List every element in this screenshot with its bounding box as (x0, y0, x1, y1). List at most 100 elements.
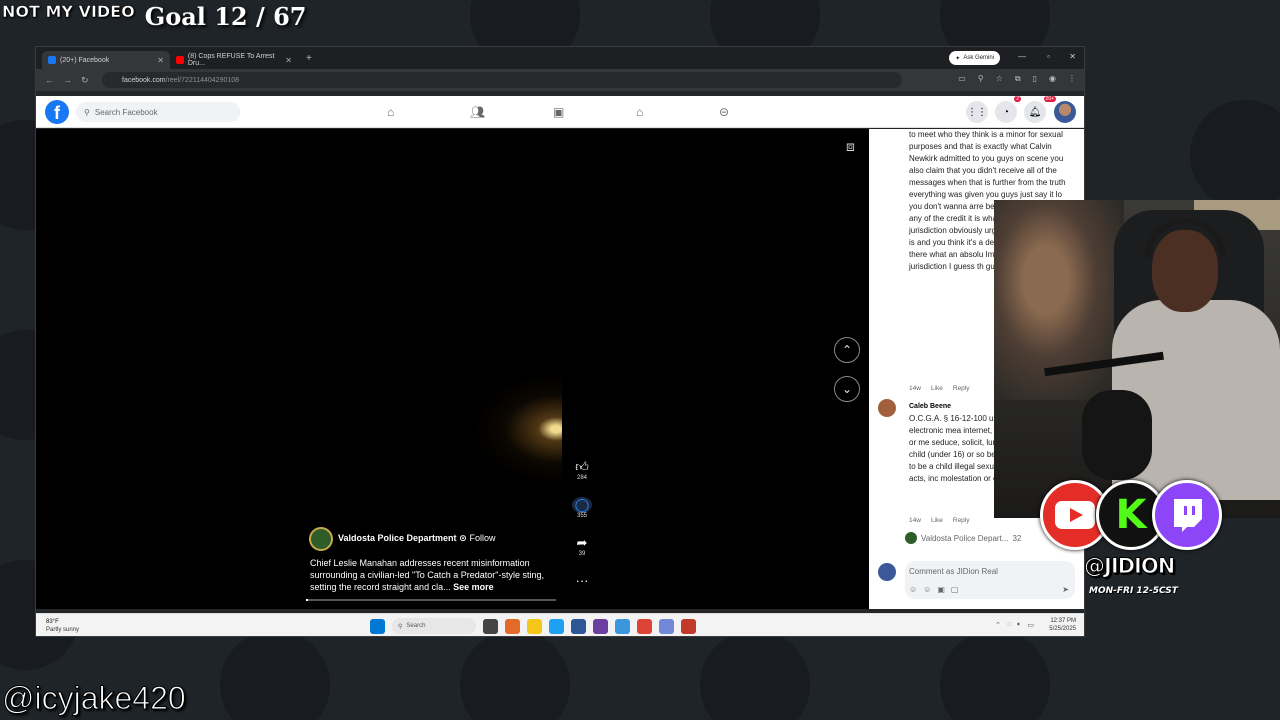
chevron-up-icon: ⌃ (841, 343, 853, 357)
video-frame-light (466, 369, 566, 489)
sticker-icon[interactable]: ▢ (951, 585, 959, 594)
menu-icon[interactable]: ⋮ (1068, 74, 1076, 84)
follow-button[interactable]: · Follow (464, 533, 496, 543)
messenger-icon[interactable]: ◔ (995, 101, 1017, 123)
facebook-search-input[interactable]: ⚲ Search Facebook (76, 102, 240, 122)
streamer-webcam (994, 200, 1280, 518)
like-button[interactable]: 👍︎ 284 (572, 459, 592, 481)
cast-icon[interactable]: ▭ (958, 74, 966, 84)
comment-icon: ◯ (572, 497, 592, 513)
gif-icon[interactable]: ▣ (937, 585, 945, 594)
reel-video-player[interactable]: ⧈ ⌃ ⌄ Valdosta Police Department ⊙ · Fol… (36, 129, 869, 609)
extensions-icon[interactable]: ⧉ (1015, 74, 1021, 84)
close-window-icon[interactable]: ✕ (1069, 52, 1076, 61)
home-icon[interactable]: ⌂ (387, 105, 394, 119)
start-icon[interactable] (370, 618, 385, 634)
bookmark-star-icon[interactable]: ☆ (996, 74, 1003, 84)
gaming-icon[interactable]: ⊝ (719, 105, 729, 119)
stream-schedule: MON-FRI 12-5CST (1089, 586, 1178, 596)
address-bar-row: ← → ↻ facebook.com/reel/722114404290108 … (36, 69, 1084, 91)
file-explorer-icon[interactable] (527, 618, 542, 634)
top-left-overlay: NOT MY VIDEO Goal 12 / 67 (0, 0, 307, 31)
previous-reel-button[interactable]: ⌃ (834, 337, 860, 363)
comment-reply-link[interactable]: Reply (953, 385, 970, 392)
edge-icon[interactable] (549, 618, 564, 634)
emoji-icon[interactable]: ☺ (923, 585, 931, 594)
minimize-icon[interactable]: — (1018, 52, 1026, 61)
thumbs-up-icon: 👍︎ (575, 459, 589, 474)
menu-grid-icon[interactable]: ⋮⋮ (966, 101, 988, 123)
comment-like-link[interactable]: Like (931, 385, 943, 392)
page-avatar[interactable] (309, 527, 333, 551)
comment-like-link[interactable]: Like (931, 517, 943, 524)
facebook-header: f ⚲ Search Facebook ⌂ 👥︎ ▣ ⌂ ⊝ ⋮⋮ ◔ 2 🔔︎… (36, 96, 1084, 128)
tab-facebook[interactable]: (20+) Facebook ✕ (42, 51, 170, 69)
battery-icon[interactable]: ▭ (1027, 621, 1034, 629)
notifications-bell-icon[interactable]: 🔔︎ (1024, 101, 1046, 123)
profile-avatar[interactable] (1054, 101, 1076, 123)
more-options-button[interactable]: ··· (572, 573, 592, 588)
reel-caption: Chief Leslie Manahan addresses recent mi… (310, 558, 544, 592)
taskbar-search[interactable]: ⚲ Search (392, 618, 476, 634)
forward-icon[interactable]: → (63, 75, 72, 85)
app-icon[interactable] (593, 618, 608, 634)
restore-icon[interactable]: ▫ (1047, 52, 1050, 61)
facebook-logo-icon[interactable]: f (45, 100, 69, 124)
ask-gemini-button[interactable]: ✦ Ask Gemini (949, 51, 1000, 65)
app-icon[interactable] (681, 618, 696, 634)
gemini-icon: ✦ (955, 55, 961, 62)
close-tab-icon[interactable]: ✕ (157, 56, 164, 65)
profile-icon[interactable]: ◉ (1049, 74, 1056, 84)
video-icon[interactable]: ▣ (553, 105, 564, 119)
search-icon: ⚲ (398, 623, 403, 630)
youtube-favicon-icon (176, 56, 184, 64)
new-tab-icon[interactable]: + (306, 53, 312, 64)
comment-button[interactable]: ◯ 355 (572, 497, 592, 519)
app-icon[interactable] (615, 618, 630, 634)
discord-icon[interactable] (659, 618, 674, 634)
video-progress-bar[interactable] (306, 599, 556, 601)
commenter-avatar[interactable] (878, 399, 896, 417)
notifications-badge: 20+ (1043, 96, 1056, 102)
comment-actions: 14w Like Reply (909, 517, 970, 524)
viewer-handle: @icyjake420 (2, 680, 187, 717)
app-icon[interactable] (571, 618, 586, 634)
back-icon[interactable]: ← (45, 75, 54, 85)
send-icon[interactable]: ➤ (1062, 585, 1069, 594)
page-name-link[interactable]: Valdosta Police Department ⊙ (338, 533, 467, 544)
not-my-video-label: NOT MY VIDEO (2, 2, 135, 22)
comment-reply-link[interactable]: Reply (953, 517, 970, 524)
share-icon: ➦ (576, 535, 588, 550)
friends-icon[interactable]: 👥︎ (470, 105, 485, 119)
comment-input[interactable]: Comment as JIDion Real ☺ ☺ ▣ ▢ ➤ (905, 561, 1075, 599)
twitch-icon (1152, 480, 1222, 550)
url-input[interactable]: facebook.com/reel/722114404290108 (102, 72, 902, 88)
weather-widget[interactable]: 83°F Partly sunny (46, 618, 79, 634)
task-view-icon[interactable] (483, 618, 498, 634)
volume-icon[interactable]: 🔈︎ (1017, 621, 1021, 629)
edp-watch-logo (940, 630, 1050, 720)
comment-count: 355 (576, 513, 587, 519)
chevron-up-icon[interactable]: ⌃ (995, 621, 1001, 629)
network-icon[interactable]: ◌ (1007, 621, 1011, 629)
tab-label: (8) Cops REFUSE To Arrest Dru... (187, 53, 275, 67)
tab-youtube[interactable]: (8) Cops REFUSE To Arrest Dru... ✕ (170, 51, 298, 69)
commenter-name[interactable]: Caleb Beene (909, 403, 951, 410)
see-more-link[interactable]: See more (453, 582, 494, 592)
more-icon: ··· (575, 573, 589, 588)
avatar-sticker-icon[interactable]: ☺ (909, 585, 917, 594)
app-icon[interactable] (505, 618, 520, 634)
fullscreen-toggle-icon[interactable]: ⧈ (846, 138, 855, 155)
zoom-icon[interactable]: ⚲ (978, 74, 984, 84)
next-reel-button[interactable]: ⌄ (834, 376, 860, 402)
chrome-icon[interactable] (637, 618, 652, 634)
edp-watch-logo (220, 630, 330, 720)
sidebar-icon[interactable]: ▯ (1033, 74, 1037, 84)
marketplace-icon[interactable]: ⌂ (636, 105, 643, 119)
close-tab-icon[interactable]: ✕ (285, 56, 292, 65)
view-replies-link[interactable]: Valdosta Police Depart... 32 (905, 532, 1021, 544)
share-count: 39 (578, 551, 586, 557)
share-button[interactable]: ➦ 39 (572, 535, 592, 557)
reload-icon[interactable]: ↻ (81, 75, 89, 86)
clock[interactable]: 12:37 PM 5/25/2025 (1049, 617, 1076, 633)
